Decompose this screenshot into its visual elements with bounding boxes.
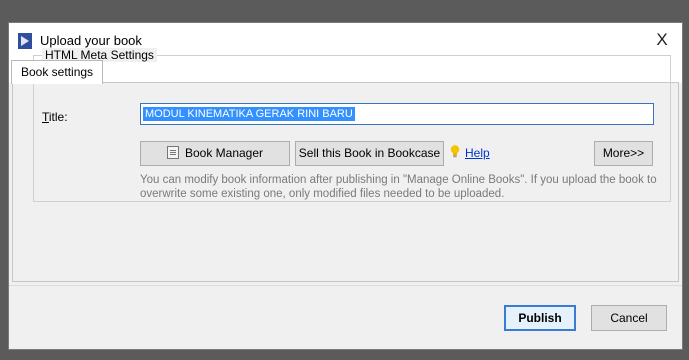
book-manager-button[interactable]: Book Manager	[140, 141, 290, 166]
title-input[interactable]: MODUL KINEMATIKA GERAK RINI BARU	[140, 103, 654, 125]
sell-in-bookcase-button[interactable]: Sell this Book in Bookcase	[295, 141, 444, 166]
book-manager-icon	[166, 146, 179, 159]
cancel-button[interactable]: Cancel	[591, 305, 667, 331]
footer-divider	[9, 285, 682, 286]
window-title: Upload your book	[40, 33, 142, 48]
publish-button[interactable]: Publish	[504, 305, 576, 331]
close-button[interactable]: X	[642, 23, 682, 57]
help-link[interactable]: Help	[465, 146, 490, 160]
title-label: Title:	[42, 110, 68, 124]
book-upload-icon	[18, 33, 32, 49]
lightbulb-icon	[450, 145, 460, 158]
book-manager-label: Book Manager	[184, 146, 264, 160]
title-label-accelerator: T	[42, 110, 49, 124]
more-button[interactable]: More>>	[594, 141, 653, 166]
title-input-value: MODUL KINEMATIKA GERAK RINI BARU	[143, 107, 355, 121]
tab-book-settings[interactable]: Book settings	[11, 60, 104, 84]
title-label-text: itle:	[48, 110, 68, 124]
info-text: You can modify book information after pu…	[140, 174, 657, 200]
upload-book-dialog: Upload your book X Book settings HTML Me…	[8, 22, 683, 350]
